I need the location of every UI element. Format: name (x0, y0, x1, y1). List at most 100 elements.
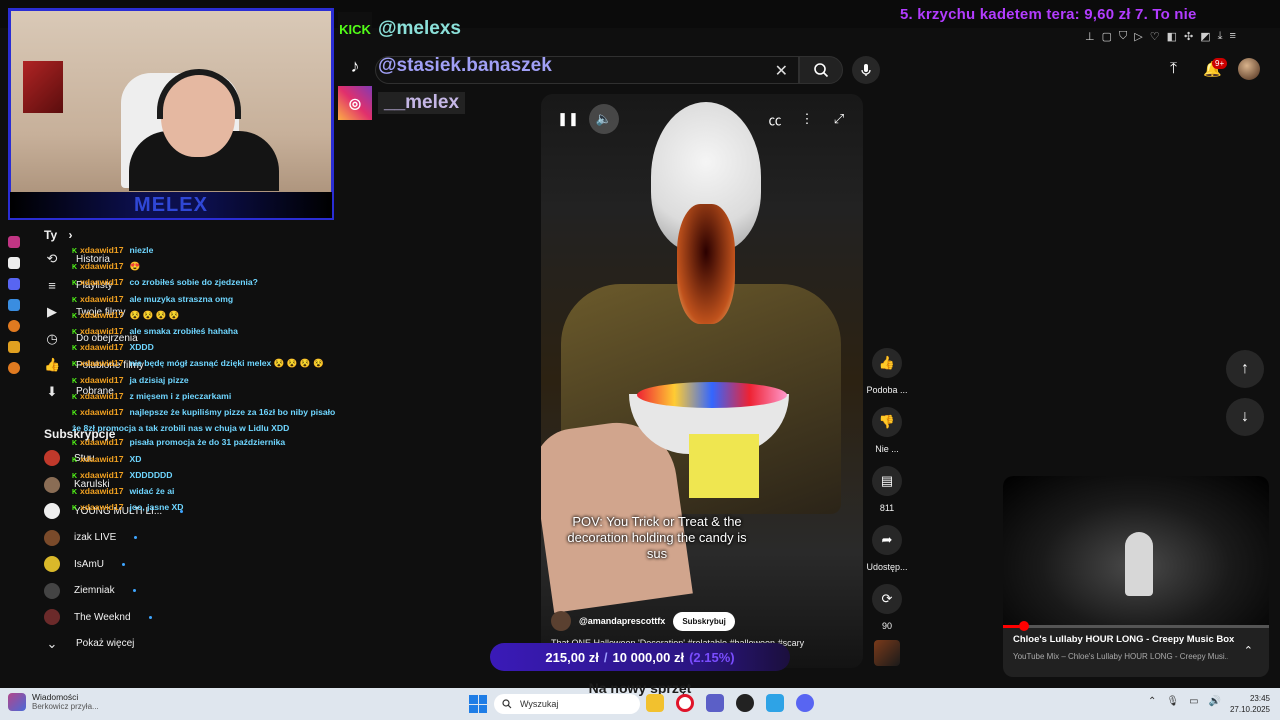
miniplayer-progress-fill (1003, 625, 1019, 628)
remix-count: 90 (881, 621, 892, 631)
show-more-button[interactable]: ⌄ Pokaż więcej (36, 631, 196, 658)
shield-icon[interactable]: ⛉ (1119, 30, 1127, 48)
windows-start-icon[interactable] (469, 695, 487, 713)
clear-search-icon[interactable]: ✕ (775, 61, 788, 81)
upload-icon[interactable]: ⤒ (1170, 60, 1177, 78)
donation-separator: / (603, 649, 608, 665)
discord-rail-icon[interactable] (8, 278, 20, 290)
taskbar-clock[interactable]: 23:45 27.10.2025 (1212, 693, 1270, 715)
chat-text: XDDDDDD (129, 469, 173, 480)
chat-username: xdaawid17 (80, 453, 124, 464)
your-videos-icon: ▶ (47, 304, 57, 320)
kick-badge-icon: K (72, 440, 78, 448)
kick-badge-icon: K (72, 329, 78, 337)
chat-text: co zrobiłeś sobie do zjedzenia? (129, 277, 258, 288)
live-dot (122, 562, 125, 566)
subscription-item[interactable]: IsAmU (36, 551, 196, 578)
puzzle-icon[interactable]: ✣ (1184, 30, 1193, 48)
chat-message: Kxdaawid17 ale muzyka straszna omg (72, 292, 340, 308)
ghost-figure (1125, 532, 1153, 596)
sound-thumbnail[interactable] (874, 640, 900, 666)
chat-text: z mięsem i z pieczarkami (129, 390, 232, 401)
teams-icon[interactable] (706, 694, 724, 712)
chat-username: xdaawid17 (80, 358, 124, 369)
miniplayer[interactable]: Chloe's Lullaby HOUR LONG - Creepy Music… (1003, 476, 1269, 677)
avatar (44, 556, 60, 573)
discord-icon[interactable] (796, 694, 814, 712)
chat-text: joo, jasne XD (129, 502, 184, 513)
kick-icon: KICK (338, 12, 372, 46)
pause-icon[interactable]: ❚❚ (553, 104, 583, 134)
kick-badge-icon: K (72, 472, 78, 480)
share-button[interactable]: ➦ Udostęp... (866, 525, 908, 572)
dislike-button[interactable]: 👎 Nie ... (866, 407, 908, 454)
file-explorer-icon[interactable] (646, 694, 664, 712)
comments-button[interactable]: ▤ 811 (866, 466, 908, 513)
tiktok-rail-icon[interactable] (8, 257, 20, 269)
app-f-icon[interactable] (766, 694, 784, 712)
avatar (44, 529, 60, 546)
subscribe-button[interactable]: Subskrybuj (673, 611, 735, 631)
chat-text: 😵 😵 😵 😵 (129, 309, 180, 320)
tray-chevron-icon[interactable]: ⌃ (1148, 696, 1156, 707)
miniplayer-progress[interactable] (1003, 625, 1269, 628)
captions-icon[interactable]: ㏄ (760, 104, 790, 134)
kick-badge-icon: K (72, 505, 78, 513)
kick-badge-icon: K (72, 248, 78, 255)
voice-search-button[interactable] (852, 56, 880, 84)
miniplayer-scrubber[interactable] (1019, 621, 1029, 631)
extension-icon[interactable]: ◧ (1167, 30, 1177, 48)
clock-rail-icon[interactable] (8, 320, 20, 332)
donation-percent: (2.15%) (689, 649, 735, 665)
chat-username: xdaawid17 (80, 502, 124, 513)
chat-message: Kxdaawid17 joo, jasne XD (72, 500, 340, 516)
instagram-handle: __melex (378, 92, 466, 114)
downloads-icon: ⬇ (46, 383, 58, 399)
opera-icon[interactable] (676, 694, 694, 712)
subscription-label: izak LIVE (74, 532, 117, 544)
subscription-label: Ziemniak (74, 585, 115, 597)
notes-rail-icon[interactable] (8, 341, 20, 353)
instagram-rail-icon[interactable] (8, 236, 20, 248)
subscription-item[interactable]: izak LIVE (36, 525, 196, 552)
taskbar-search-placeholder: Wyszukaj (520, 699, 559, 709)
like-button[interactable]: 👍 Podoba ... (866, 348, 908, 395)
more-options-icon[interactable]: ⋮ (792, 104, 822, 134)
chat-username: xdaawid17 (80, 407, 124, 418)
app-rail-icon[interactable] (8, 299, 20, 311)
chat-message: Kxdaawid17 XDDD (72, 340, 340, 356)
share-label: Udostęp... (866, 562, 908, 572)
miniplayer-title[interactable]: Chloe's Lullaby HOUR LONG - Creepy Music… (1013, 634, 1234, 645)
subscription-item[interactable]: Ziemniak (36, 578, 196, 605)
bookmark-icon[interactable]: ▢ (1102, 30, 1112, 48)
next-short-button[interactable]: ↓ (1226, 398, 1264, 436)
news-widget[interactable]: Wiadomości Berkowicz przyła... (8, 692, 99, 711)
kick-badge-icon: K (72, 361, 78, 369)
download-icon[interactable]: ⤓ (1218, 30, 1223, 48)
chat-username: xdaawid17 (80, 326, 124, 337)
browser-sidebar-rail (4, 236, 24, 374)
channel-name[interactable]: @amandaprescottfx (579, 616, 665, 626)
taskbar-search[interactable]: Wyszukaj (494, 694, 640, 714)
play-icon[interactable]: ▷ (1134, 30, 1142, 48)
pin-icon[interactable]: ⊥ (1085, 30, 1095, 48)
search-button[interactable] (799, 56, 843, 84)
arrow-up-icon: ↑ (1241, 360, 1249, 377)
subscription-item[interactable]: The Weeknd (36, 604, 196, 631)
shorts-video-player[interactable]: ❚❚ 🔈 ㏄ ⋮ ⤢ POV: You Trick or Treat & the… (541, 94, 863, 668)
volume-icon[interactable]: 🔈 (589, 104, 619, 134)
obs-icon[interactable] (736, 694, 754, 712)
channel-avatar[interactable] (551, 611, 571, 631)
profile-icon[interactable]: ◩ (1200, 30, 1210, 48)
menu-icon[interactable]: ≡ (1230, 30, 1236, 48)
tray-mic-icon[interactable]: 🎙 (1166, 696, 1179, 707)
account-avatar[interactable] (1238, 58, 1260, 80)
chevron-up-icon[interactable]: ⌃ (1244, 644, 1253, 657)
tray-monitor-icon[interactable]: ▭ (1189, 696, 1198, 707)
remix-button[interactable]: ⟳ 90 (866, 584, 908, 631)
chat-message: Kxdaawid17 ja dzisiaj pizze (72, 373, 340, 389)
previous-short-button[interactable]: ↑ (1226, 350, 1264, 388)
fullscreen-icon[interactable]: ⤢ (824, 104, 854, 134)
heart-icon[interactable]: ♡ (1150, 30, 1160, 48)
settings-rail-icon[interactable] (8, 362, 20, 374)
